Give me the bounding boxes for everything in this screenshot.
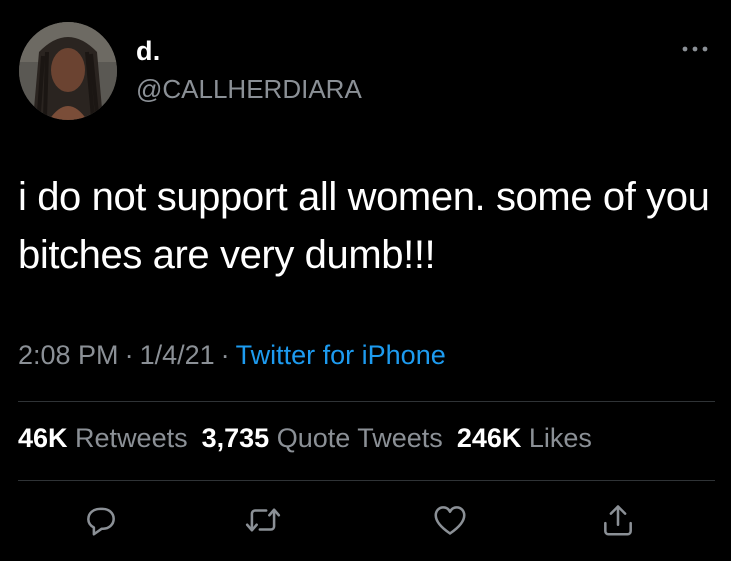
divider [18, 401, 715, 402]
divider [18, 480, 715, 481]
share-icon [604, 505, 632, 536]
tweet-date[interactable]: 1/4/21 [140, 340, 215, 370]
tweet-text: i do not support all women. some of you … [18, 175, 710, 277]
retweets-label: Retweets [75, 423, 188, 453]
meta-separator: · [124, 340, 134, 370]
likes-count: 246K [456, 423, 522, 453]
user-handle[interactable]: @CALLHERDIARA [136, 74, 362, 105]
avatar-photo [19, 22, 117, 120]
reply-button[interactable] [79, 498, 123, 542]
engagement-stats: 46K Retweets 3,735 Quote Tweets 246K Likes [18, 423, 606, 454]
likes-label: Likes [528, 423, 592, 453]
avatar[interactable] [19, 22, 117, 120]
retweet-icon [245, 508, 281, 532]
display-name[interactable]: d. [136, 36, 161, 67]
quote-tweets-label: Quote Tweets [276, 423, 443, 453]
tweet-source-link[interactable]: Twitter for iPhone [236, 340, 446, 370]
retweet-button[interactable] [241, 498, 285, 542]
more-icon[interactable] [680, 41, 710, 57]
quote-tweets-count: 3,735 [201, 423, 270, 453]
retweets-stat[interactable]: 46K Retweets [18, 423, 188, 453]
like-icon [434, 506, 466, 535]
quote-tweets-stat[interactable]: 3,735 Quote Tweets [202, 423, 443, 453]
share-button[interactable] [596, 498, 640, 542]
tweet-meta: 2:08 PM · 1/4/21 · Twitter for iPhone [18, 340, 446, 371]
retweets-count: 46K [18, 423, 68, 453]
meta-separator: · [220, 340, 230, 370]
tweet-time: 2:08 PM [18, 340, 119, 370]
reply-icon [87, 507, 115, 536]
like-button[interactable] [428, 498, 472, 542]
likes-stat[interactable]: 246K Likes [457, 423, 592, 453]
action-bar [0, 498, 731, 548]
